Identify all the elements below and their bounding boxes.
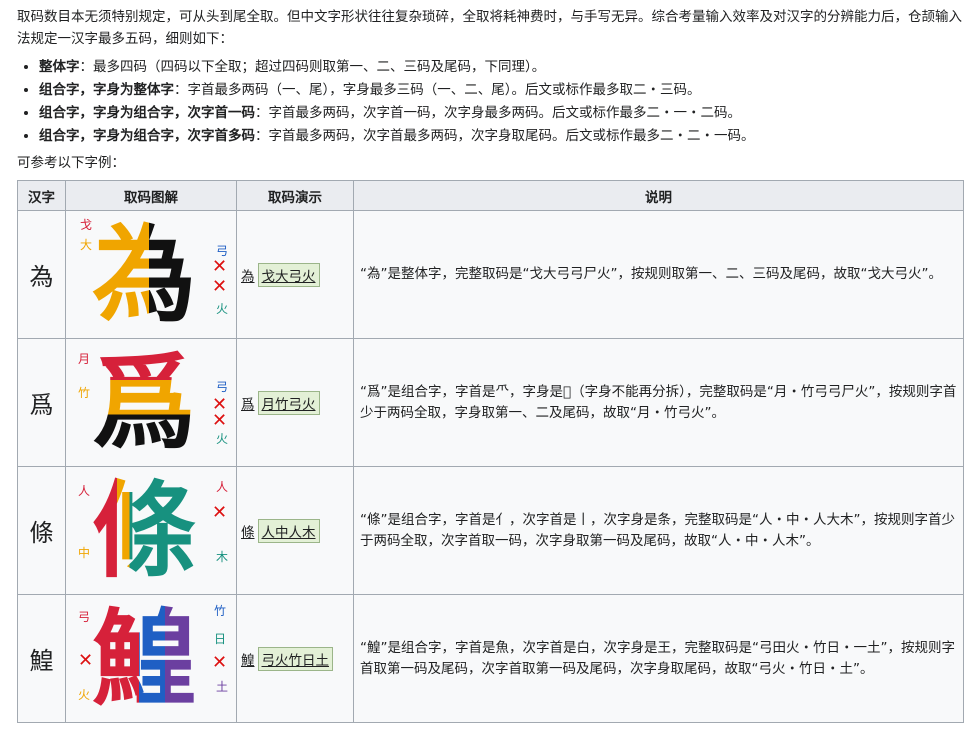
- rule-text: ：字首最多两码，次字首最多两码，次字身取尾码。后文或标作最多二・二・一码。: [255, 128, 755, 144]
- description-cell: “為”是整体字，完整取码是“戈大弓弓尸火”，按规则取第一、二、三码及尾码，故取“…: [353, 210, 964, 339]
- code-label: 火: [78, 688, 91, 702]
- code-label: 人: [216, 480, 229, 494]
- rule-item: 整体字：最多四码（四码以下全取；超过四码则取第一、二、三码及尾码，下同理）。: [39, 56, 962, 79]
- code-label: 日: [214, 632, 227, 646]
- code-label: 月: [78, 352, 91, 366]
- demo-cell: 條人中人木: [236, 466, 354, 595]
- han-cell: 為: [17, 210, 66, 339]
- code-label: 土: [216, 680, 229, 694]
- rule-text: ：字首最多两码，次字首一码，次字身最多两码。后文或标作最多二・一・二码。: [255, 105, 741, 121]
- article-content: 取码数目本无须特别规定，可从头到尾全取。但中文字形状往往复杂琐碎，全取将耗神费时…: [0, 0, 972, 723]
- diagram-character: 條: [92, 470, 197, 592]
- rule-item: 组合字，字身为整体字：字首最多两码（一、尾），字身最多三码（一、二、尾）。后文或…: [39, 79, 962, 102]
- rule-term: 组合字，字身为整体字: [39, 82, 174, 98]
- diagram-cell: 爲 月 竹 弓 ✕ ✕ 火: [65, 338, 237, 467]
- demo-code[interactable]: 弓火竹日土: [257, 646, 333, 671]
- decomposition-diagram: 條 人 人 ✕ 中 木: [66, 468, 236, 593]
- rule-term: 组合字，字身为组合字，次字首多码: [39, 128, 255, 144]
- cross-mark-icon: ✕: [212, 410, 228, 431]
- han-cell: 爲: [17, 338, 66, 467]
- code-label: 大: [80, 238, 93, 252]
- description-cell: “鰉”是组合字，字首是魚，次字首是白，次字身是王，完整取码是“弓田火・竹日・一土…: [353, 594, 964, 723]
- demo-cell: 為戈大弓火: [236, 210, 354, 339]
- table-row: 為 為 戈 大 弓 ✕ ✕ 火 為戈大弓火 “為”是整体字，完整取码是“戈大弓弓…: [17, 210, 964, 339]
- han-cell: 條: [17, 466, 66, 595]
- diagram-cell: 為 戈 大 弓 ✕ ✕ 火: [65, 210, 237, 339]
- demo-code[interactable]: 月竹弓火: [257, 390, 320, 415]
- code-label: 竹: [214, 604, 227, 618]
- rule-item: 组合字，字身为组合字，次字首多码：字首最多两码，次字首最多两码，次字身取尾码。后…: [39, 125, 962, 148]
- diagram-character: 鰉: [92, 598, 197, 720]
- code-label: 木: [216, 550, 229, 564]
- demo-character[interactable]: 條: [241, 525, 255, 541]
- code-label: 中: [78, 546, 91, 560]
- code-label: 弓: [78, 610, 91, 624]
- demo-character[interactable]: 為: [241, 269, 255, 285]
- diagram-cell: 鰉 弓 竹 日 ✕ ✕ 火 土: [65, 594, 237, 723]
- table-row: 鰉 鰉 弓 竹 日 ✕ ✕ 火 土 鰉弓火竹日土 “鰉”是组合字，字首是魚，次字…: [17, 594, 964, 723]
- demo-character[interactable]: 爲: [241, 397, 255, 413]
- rule-term: 组合字，字身为组合字，次字首一码: [39, 105, 255, 121]
- diagram-character: 爲: [92, 342, 197, 464]
- decomposition-diagram: 爲 月 竹 弓 ✕ ✕ 火: [66, 340, 236, 465]
- rule-term: 整体字: [39, 59, 80, 75]
- decomposition-diagram: 鰉 弓 竹 日 ✕ ✕ 火 土: [66, 596, 236, 721]
- rule-text: ：字首最多两码（一、尾），字身最多三码（一、二、尾）。后文或标作最多取二・三码。: [174, 82, 701, 98]
- diagram-cell: 條 人 人 ✕ 中 木: [65, 466, 237, 595]
- code-label: 弓: [216, 380, 229, 394]
- cross-mark-icon: ✕: [212, 256, 228, 277]
- han-cell: 鰉: [17, 594, 66, 723]
- table-row: 條 條 人 人 ✕ 中 木 條人中人木 “條”是组合字，字首是亻，次字首是丨，次…: [17, 466, 964, 595]
- table-header-row: 汉字 取码图解 取码演示 说明: [17, 180, 964, 211]
- demo-code[interactable]: 戈大弓火: [257, 262, 320, 287]
- cross-mark-icon: ✕: [78, 650, 94, 671]
- intro-paragraph: 取码数目本无须特别规定，可从头到尾全取。但中文字形状往往复杂琐碎，全取将耗神费时…: [17, 9, 962, 47]
- cross-mark-icon: ✕: [212, 502, 228, 523]
- examples-table: 汉字 取码图解 取码演示 说明 為 為 戈 大 弓 ✕ ✕ 火 為戈大弓火 “為…: [17, 180, 964, 723]
- diagram-character: 為: [92, 214, 197, 336]
- cross-mark-icon: ✕: [212, 276, 228, 297]
- description-cell: “爲”是组合字，字首是⺥，字身是𤓰（字身不能再分拆），完整取码是“月・竹弓弓尸火…: [353, 338, 964, 467]
- header-han: 汉字: [17, 180, 66, 211]
- description-cell: “條”是组合字，字首是亻，次字首是丨，次字身是条，完整取码是“人・中・人大木”，…: [353, 466, 964, 595]
- code-label: 火: [216, 302, 229, 316]
- code-label: 火: [216, 432, 229, 446]
- decomposition-diagram: 為 戈 大 弓 ✕ ✕ 火: [66, 212, 236, 337]
- demo-cell: 爲月竹弓火: [236, 338, 354, 467]
- rules-list: 整体字：最多四码（四码以下全取；超过四码则取第一、二、三码及尾码，下同理）。 组…: [17, 56, 962, 148]
- code-label: 戈: [80, 218, 93, 232]
- table-row: 爲 爲 月 竹 弓 ✕ ✕ 火 爲月竹弓火 “爲”是组合字，字首是⺥，字身是𤓰（…: [17, 338, 964, 467]
- header-desc: 说明: [353, 180, 964, 211]
- header-diagram: 取码图解: [65, 180, 237, 211]
- demo-code[interactable]: 人中人木: [257, 518, 320, 543]
- rule-item: 组合字，字身为组合字，次字首一码：字首最多两码，次字首一码，次字身最多两码。后文…: [39, 102, 962, 125]
- rule-text: ：最多四码（四码以下全取；超过四码则取第一、二、三码及尾码，下同理）。: [79, 59, 546, 75]
- reference-text: 可参考以下字例：: [17, 155, 125, 171]
- demo-cell: 鰉弓火竹日土: [236, 594, 354, 723]
- code-label: 竹: [78, 386, 91, 400]
- demo-character[interactable]: 鰉: [241, 653, 255, 669]
- header-demo: 取码演示: [236, 180, 354, 211]
- code-label: 人: [78, 484, 91, 498]
- cross-mark-icon: ✕: [212, 652, 228, 673]
